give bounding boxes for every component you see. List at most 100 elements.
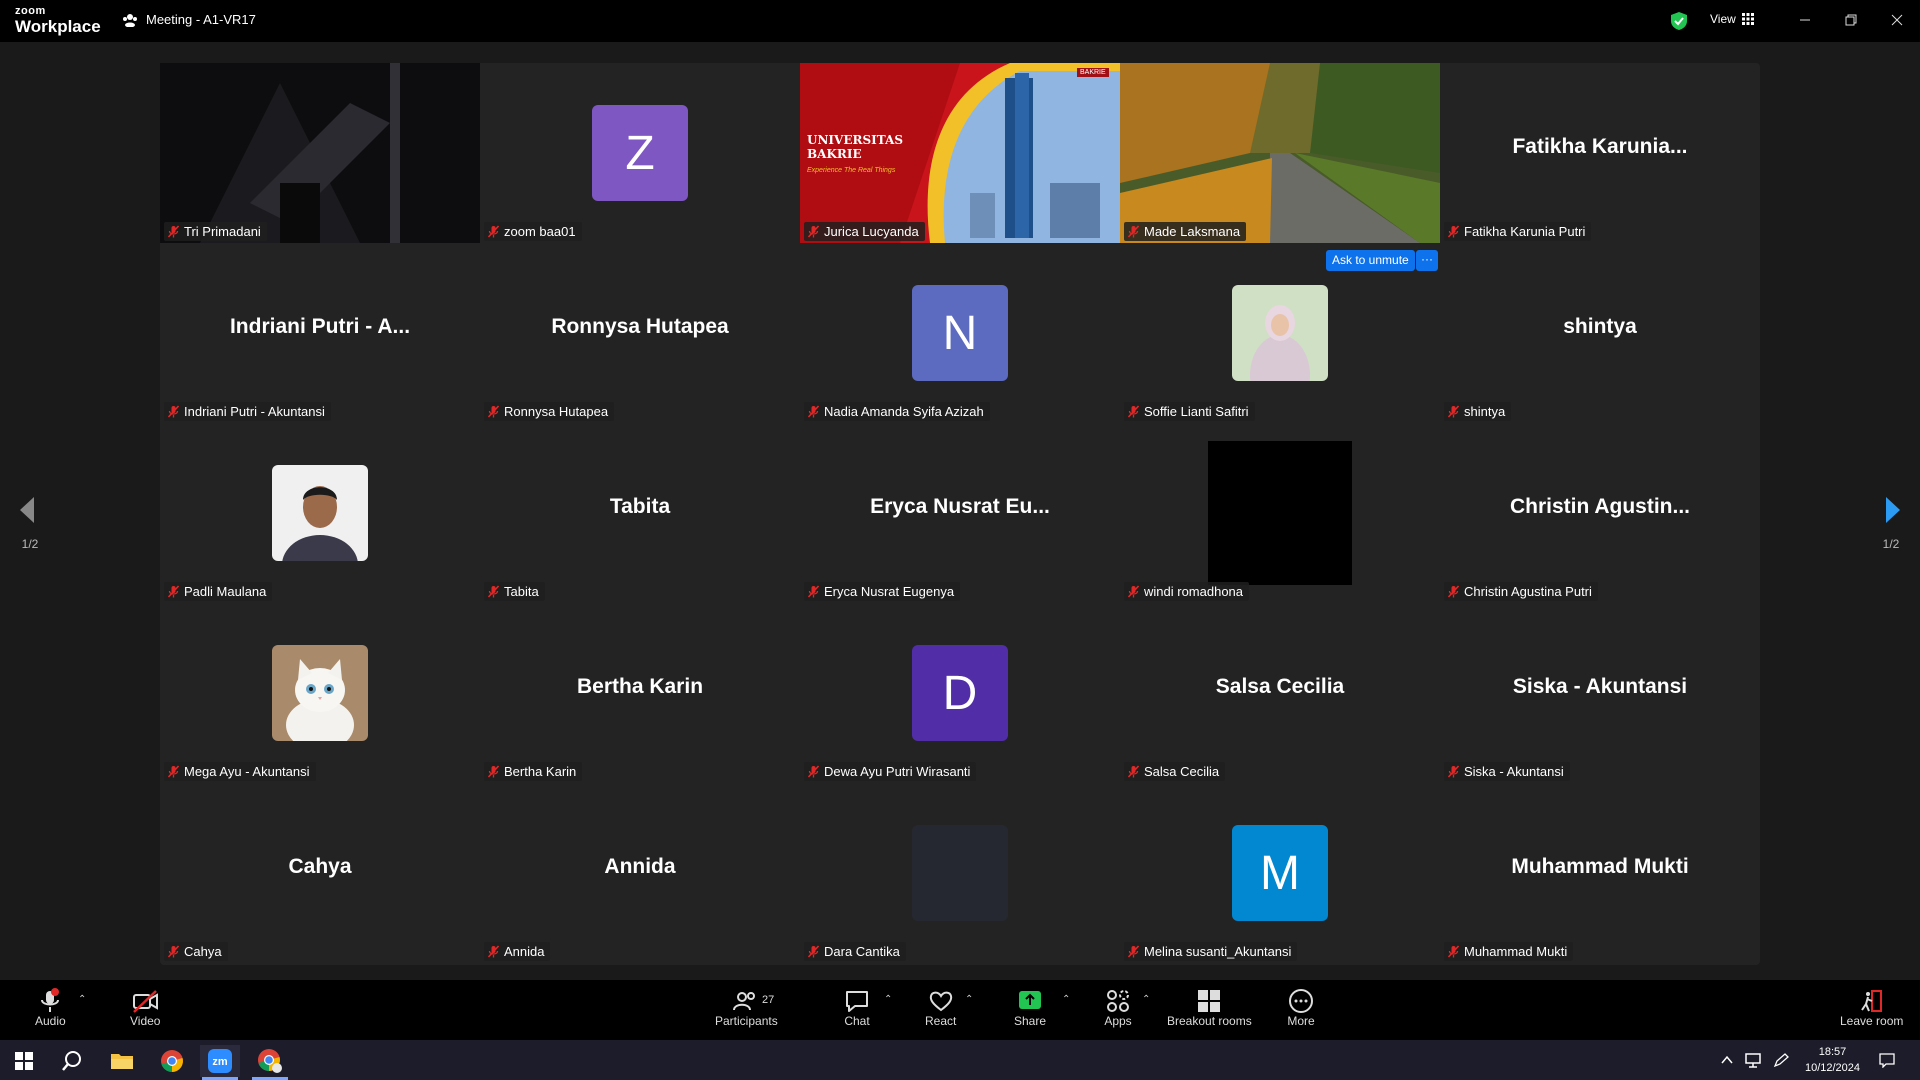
participant-name: Ronnysa Hutapea (504, 404, 609, 419)
clock[interactable]: 18:57 10/12/2024 (1800, 1044, 1865, 1076)
participant-name-label: shintya (1444, 402, 1512, 421)
react-button[interactable]: React (925, 988, 956, 1028)
participant-tile[interactable]: Cahya Cahya (160, 783, 480, 963)
start-button[interactable] (4, 1045, 44, 1077)
zoom-taskbar-button[interactable]: zm (200, 1045, 240, 1077)
participant-tile[interactable]: Muhammad Mukti Muhammad Mukti (1440, 783, 1760, 963)
taskbar-search-button[interactable] (52, 1045, 92, 1077)
encryption-shield-icon[interactable] (1670, 11, 1688, 31)
apps-options-caret[interactable]: ⌃ (1142, 994, 1150, 1005)
participant-tile[interactable]: Salsa Cecilia Salsa Cecilia (1120, 603, 1440, 783)
react-options-caret[interactable]: ⌃ (965, 994, 973, 1005)
restore-button[interactable] (1828, 0, 1874, 40)
participant-tile[interactable]: Christin Agustin... Christin Agustina Put… (1440, 423, 1760, 603)
muted-mic-icon (1448, 405, 1459, 418)
participant-tile[interactable]: Zzoom baa01 (480, 63, 800, 243)
avatar (1232, 285, 1328, 381)
participant-tile[interactable]: M Melina susanti_Akuntansi (1120, 783, 1440, 963)
breakout-rooms-icon (1198, 990, 1221, 1012)
chat-label: Chat (844, 1014, 870, 1028)
share-screen-icon (1019, 991, 1042, 1009)
participant-name: Annida (504, 944, 545, 959)
share-button[interactable]: Share (1014, 988, 1046, 1028)
audio-label: Audio (35, 1014, 66, 1028)
ask-to-unmute-button[interactable]: Ask to unmute (1326, 250, 1415, 271)
participant-tile[interactable]: D Dewa Ayu Putri Wirasanti (800, 603, 1120, 783)
participant-tile[interactable]: Indriani Putri - A... Indriani Putri - Ak… (160, 243, 480, 423)
muted-mic-icon (488, 225, 499, 238)
participant-display-name: Tabita (609, 495, 671, 518)
leave-room-button[interactable]: Leave room (1840, 988, 1903, 1028)
previous-page-button[interactable] (18, 495, 38, 530)
participant-tile[interactable]: Made Laksmana (1120, 63, 1440, 243)
meeting-info[interactable]: Meeting - A1-VR17 (122, 12, 256, 27)
network-icon[interactable] (1744, 1052, 1762, 1068)
chrome-button[interactable] (152, 1045, 192, 1077)
participant-tile[interactable]: Tabita Tabita (480, 423, 800, 603)
participant-tile[interactable]: Ronnysa Hutapea Ronnysa Hutapea (480, 243, 800, 423)
minimize-button[interactable] (1782, 0, 1828, 40)
participant-name-label: Fatikha Karunia Putri (1444, 222, 1592, 241)
chrome-icon (161, 1050, 183, 1072)
participant-tile[interactable]: Tri Primadani (160, 63, 480, 243)
participant-display-name: Indriani Putri - A... (229, 315, 411, 338)
view-button[interactable]: View (1710, 12, 1754, 26)
participant-name-label: Soffie Lianti Safitri (1124, 402, 1255, 421)
video-button[interactable]: Video (130, 988, 160, 1028)
file-explorer-button[interactable] (102, 1045, 142, 1077)
close-button[interactable] (1874, 0, 1920, 40)
participant-tile[interactable]: Bertha Karin Bertha Karin (480, 603, 800, 783)
muted-mic-icon (168, 225, 179, 238)
participant-name-label: Muhammad Mukti (1444, 942, 1574, 961)
participant-tile[interactable]: shintya shintya (1440, 243, 1760, 423)
muted-mic-icon (488, 945, 499, 958)
avatar (272, 645, 368, 741)
more-button[interactable]: More (1287, 988, 1315, 1028)
participant-tile[interactable]: Dara Cantika (800, 783, 1120, 963)
chat-button[interactable]: Chat (843, 988, 871, 1028)
chevron-up-icon[interactable] (1720, 1054, 1734, 1066)
view-label: View (1710, 12, 1736, 26)
participant-name: zoom baa01 (504, 224, 576, 239)
participant-name: shintya (1464, 404, 1506, 419)
participant-tile[interactable]: Padli Maulana (160, 423, 480, 603)
leave-room-icon (1860, 990, 1882, 1012)
tile-more-button[interactable]: ··· (1416, 250, 1438, 271)
chrome-profile-button[interactable] (250, 1045, 290, 1077)
participant-tile[interactable]: N Nadia Amanda Syifa Azizah (800, 243, 1120, 423)
share-options-caret[interactable]: ⌃ (1062, 994, 1070, 1005)
participant-name-label: Tabita (484, 582, 545, 601)
participant-name-label: Siska - Akuntansi (1444, 762, 1570, 781)
apps-button[interactable]: Apps (1104, 988, 1132, 1028)
react-label: React (925, 1014, 957, 1028)
next-page-button[interactable] (1882, 495, 1902, 530)
participant-name: Dewa Ayu Putri Wirasanti (824, 764, 971, 779)
participant-name-label: zoom baa01 (484, 222, 582, 241)
notifications-icon[interactable] (1878, 1052, 1896, 1068)
participant-tile[interactable]: Fatikha Karunia... Fatikha Karunia Putri (1440, 63, 1760, 243)
participant-display-name: Christin Agustin... (1509, 495, 1691, 518)
participant-tile[interactable]: Eryca Nusrat Eu... Eryca Nusrat Eugenya (800, 423, 1120, 603)
participant-tile[interactable]: Annida Annida (480, 783, 800, 963)
participant-tile[interactable]: Siska - Akuntansi Siska - Akuntansi (1440, 603, 1760, 783)
muted-mic-icon (808, 225, 819, 238)
muted-mic-icon (808, 945, 819, 958)
chevron-left-icon (20, 497, 34, 523)
pen-icon[interactable] (1772, 1052, 1790, 1068)
participant-tile[interactable]: windi romadhona (1120, 423, 1440, 603)
participant-tile[interactable]: Mega Ayu - Akuntansi (160, 603, 480, 783)
meeting-info-icon (123, 13, 137, 27)
svg-text:zm: zm (212, 1056, 228, 1068)
participant-name: Nadia Amanda Syifa Azizah (824, 404, 984, 419)
participant-name: Melina susanti_Akuntansi (1144, 944, 1292, 959)
participant-name: Muhammad Mukti (1464, 944, 1568, 959)
audio-options-caret[interactable]: ⌃ (78, 994, 86, 1005)
audio-button[interactable]: Audio (35, 988, 66, 1028)
participant-name-label: Indriani Putri - Akuntansi (164, 402, 331, 421)
chat-options-caret[interactable]: ⌃ (884, 994, 892, 1005)
participant-display-name: Ronnysa Hutapea (551, 315, 729, 338)
breakout-rooms-button[interactable]: Breakout rooms (1167, 988, 1252, 1028)
more-label: More (1287, 1014, 1315, 1028)
participant-tile[interactable]: UNIVERSITAS BAKRIE Experience The Real Thi… (800, 63, 1120, 243)
participant-name: Padli Maulana (184, 584, 267, 599)
